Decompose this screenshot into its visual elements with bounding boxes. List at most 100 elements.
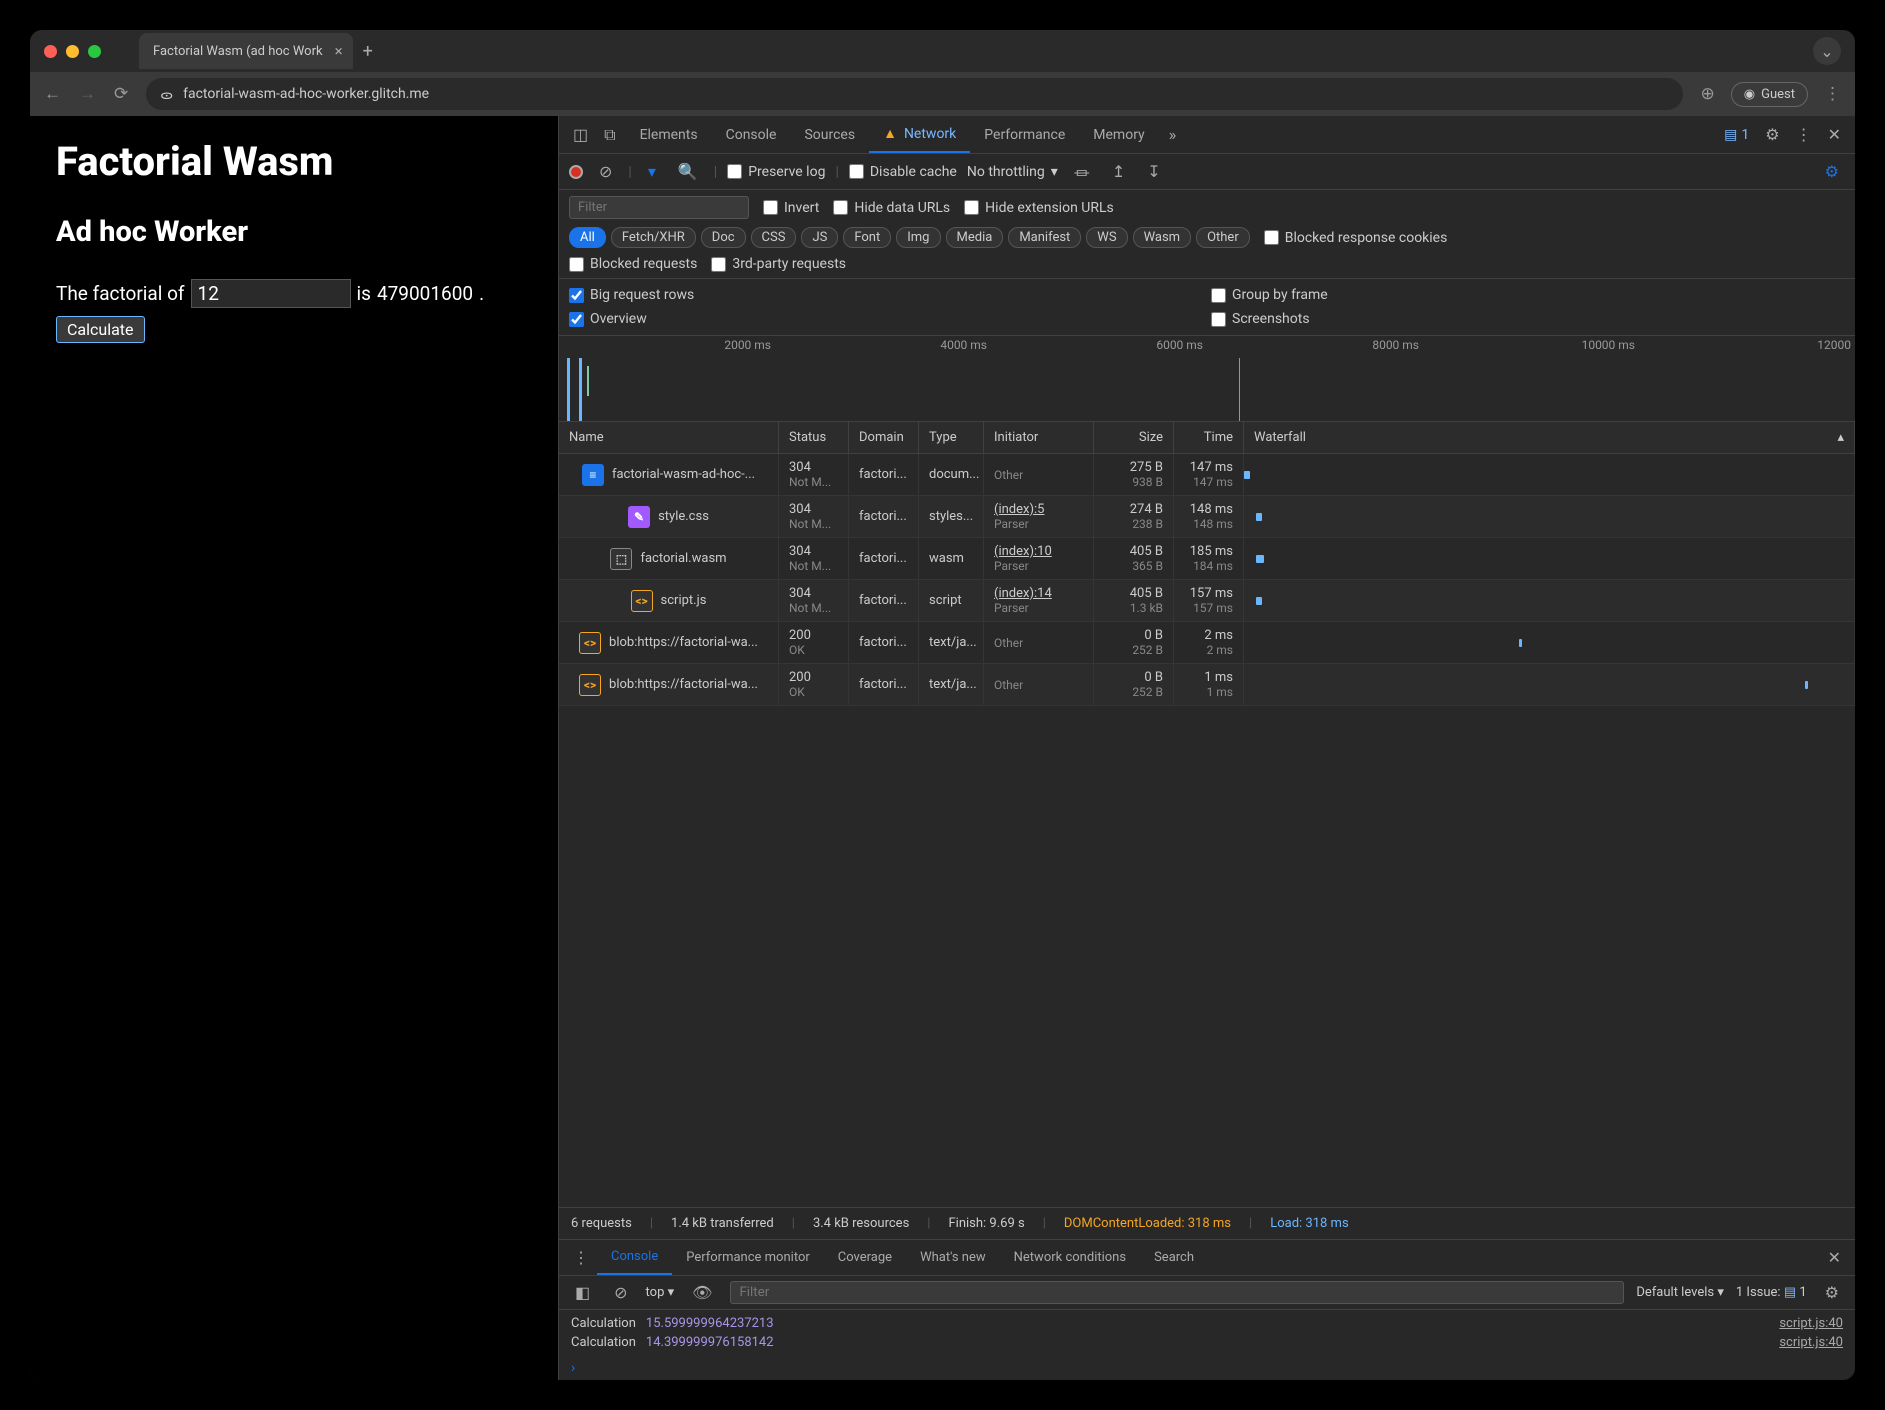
filter-pill-media[interactable]: Media: [946, 227, 1004, 248]
close-devtools-icon[interactable]: ✕: [1822, 125, 1847, 144]
console-context-select[interactable]: top ▾: [646, 1285, 675, 1300]
filter-pill-all[interactable]: All: [569, 227, 606, 248]
upload-icon[interactable]: ↥: [1106, 162, 1131, 181]
devtools-tab-network[interactable]: ▲Network: [869, 116, 970, 153]
url-input[interactable]: ᯣ factorial-wasm-ad-hoc-worker.glitch.me: [146, 78, 1682, 110]
issues-button[interactable]: ▤ 1: [1718, 127, 1755, 143]
js-file-icon: <>: [631, 590, 653, 612]
network-row[interactable]: <>script.js304Not M...factori...script(i…: [559, 580, 1855, 622]
network-row[interactable]: ≡factorial-wasm-ad-hoc-...304Not M...fac…: [559, 454, 1855, 496]
record-button[interactable]: [569, 165, 583, 179]
group-frame-checkbox[interactable]: Group by frame: [1211, 287, 1845, 303]
devtools-tab-elements[interactable]: Elements: [626, 116, 712, 153]
calculate-button[interactable]: Calculate: [56, 316, 145, 343]
clear-icon[interactable]: ⊘: [593, 162, 618, 181]
console-clear-icon[interactable]: ⊘: [608, 1283, 633, 1302]
back-button[interactable]: ←: [44, 84, 61, 104]
drawer-tab-console[interactable]: Console: [597, 1240, 672, 1275]
devtools-tab-sources[interactable]: Sources: [790, 116, 869, 153]
network-row[interactable]: ⬚factorial.wasm304Not M...factori...wasm…: [559, 538, 1855, 580]
filter-pill-ws[interactable]: WS: [1086, 227, 1127, 248]
browser-tab[interactable]: Factorial Wasm (ad hoc Work ×: [139, 33, 353, 69]
console-prompt[interactable]: ›: [559, 1356, 1855, 1380]
devtools-tab-performance[interactable]: Performance: [970, 116, 1079, 153]
profile-button[interactable]: ◉ Guest: [1731, 82, 1808, 107]
kebab-icon[interactable]: ⋮: [1790, 125, 1818, 144]
overview-checkbox[interactable]: Overview: [569, 311, 1203, 327]
devtools-tab-console[interactable]: Console: [712, 116, 791, 153]
guest-label: Guest: [1761, 87, 1795, 102]
console-sidebar-icon[interactable]: ◧: [569, 1283, 596, 1302]
network-summary: 6 requests| 1.4 kB transferred| 3.4 kB r…: [559, 1207, 1855, 1239]
third-party-checkbox[interactable]: 3rd-party requests: [711, 256, 846, 272]
filter-pill-img[interactable]: Img: [896, 227, 940, 248]
network-table: NameStatusDomainTypeInitiatorSizeTimeWat…: [559, 422, 1855, 1207]
filter-icon[interactable]: ▾: [642, 162, 662, 181]
filter-pill-fetch-xhr[interactable]: Fetch/XHR: [611, 227, 696, 248]
network-filter-input[interactable]: [569, 196, 749, 219]
filter-pill-other[interactable]: Other: [1196, 227, 1250, 248]
network-row[interactable]: <>blob:https://factorial-wa...200OKfacto…: [559, 622, 1855, 664]
filter-pill-manifest[interactable]: Manifest: [1008, 227, 1081, 248]
menu-icon[interactable]: ⋮: [1824, 84, 1841, 104]
network-row[interactable]: <>blob:https://factorial-wa...200OKfacto…: [559, 664, 1855, 706]
drawer-menu-icon[interactable]: ⋮: [567, 1248, 595, 1267]
preserve-log-checkbox[interactable]: Preserve log: [727, 164, 825, 180]
console-issues[interactable]: 1 Issue: ▤ 1: [1736, 1285, 1807, 1300]
filter-pill-wasm[interactable]: Wasm: [1133, 227, 1192, 248]
reload-button[interactable]: ⟳: [114, 84, 128, 104]
drawer-tab-what's-new[interactable]: What's new: [906, 1240, 1000, 1275]
filter-pill-css[interactable]: CSS: [751, 227, 797, 248]
titlebar: Factorial Wasm (ad hoc Work × + ⌄: [30, 30, 1855, 72]
search-icon[interactable]: 🔍: [672, 162, 704, 181]
filter-pill-doc[interactable]: Doc: [701, 227, 746, 248]
settings-icon[interactable]: ⚙: [1759, 125, 1785, 144]
device-icon[interactable]: ⧉: [598, 125, 621, 145]
filter-pill-js[interactable]: JS: [801, 227, 838, 248]
webpage-content: Factorial Wasm Ad hoc Worker The factori…: [30, 116, 558, 1380]
tab-title: Factorial Wasm (ad hoc Work: [153, 44, 323, 59]
forward-button[interactable]: →: [79, 84, 96, 104]
window-maximize[interactable]: [88, 45, 101, 58]
throttling-select[interactable]: No throttling▾: [967, 164, 1058, 180]
network-settings-icon[interactable]: ⚙: [1819, 162, 1845, 181]
network-row[interactable]: ✎style.css304Not M...factori...styles...…: [559, 496, 1855, 538]
eye-icon[interactable]: 👁: [686, 1283, 718, 1302]
new-tab-button[interactable]: +: [363, 41, 373, 62]
window-minimize[interactable]: [66, 45, 79, 58]
big-rows-checkbox[interactable]: Big request rows: [569, 287, 1203, 303]
factorial-input[interactable]: [191, 279, 351, 308]
drawer-tab-performance-monitor[interactable]: Performance monitor: [672, 1240, 824, 1275]
disable-cache-checkbox[interactable]: Disable cache: [849, 164, 957, 180]
wifi-icon[interactable]: ⏛: [1068, 160, 1096, 184]
wasm-file-icon: ⬚: [610, 548, 632, 570]
more-tabs-icon[interactable]: »: [1163, 125, 1183, 144]
drawer-tab-search[interactable]: Search: [1140, 1240, 1208, 1275]
devtools-tab-memory[interactable]: Memory: [1079, 116, 1158, 153]
doc-file-icon: ≡: [582, 464, 604, 486]
log-levels-select[interactable]: Default levels ▾: [1636, 1285, 1724, 1300]
inspect-icon[interactable]: ◫: [567, 125, 594, 144]
filter-pill-font[interactable]: Font: [843, 227, 891, 248]
site-info-icon[interactable]: ᯣ: [160, 85, 173, 103]
hide-data-urls-checkbox[interactable]: Hide data URLs: [833, 200, 950, 216]
drawer-close-icon[interactable]: ✕: [1822, 1248, 1847, 1267]
screenshots-checkbox[interactable]: Screenshots: [1211, 311, 1845, 327]
console-settings-icon[interactable]: ⚙: [1819, 1283, 1845, 1302]
invert-checkbox[interactable]: Invert: [763, 200, 819, 216]
zoom-icon[interactable]: ⊕: [1701, 84, 1715, 104]
console-log-entry: Calculation 14.399999976158142script.js:…: [559, 1333, 1855, 1352]
drawer-tab-network-conditions[interactable]: Network conditions: [1000, 1240, 1140, 1275]
drawer-tab-coverage[interactable]: Coverage: [824, 1240, 906, 1275]
blocked-cookies-checkbox[interactable]: Blocked response cookies: [1264, 230, 1448, 246]
hide-ext-urls-checkbox[interactable]: Hide extension URLs: [964, 200, 1114, 216]
download-icon[interactable]: ↧: [1141, 162, 1166, 181]
tab-close-icon[interactable]: ×: [335, 42, 343, 60]
console-filter-input[interactable]: [730, 1281, 1624, 1304]
chevron-down-icon[interactable]: ⌄: [1813, 37, 1841, 65]
window-close[interactable]: [44, 45, 57, 58]
blocked-requests-checkbox[interactable]: Blocked requests: [569, 256, 697, 272]
guest-icon: ◉: [1744, 87, 1755, 102]
network-timeline[interactable]: 2000 ms4000 ms6000 ms8000 ms10000 ms1200…: [559, 336, 1855, 422]
factorial-result: 479001600: [377, 282, 473, 305]
